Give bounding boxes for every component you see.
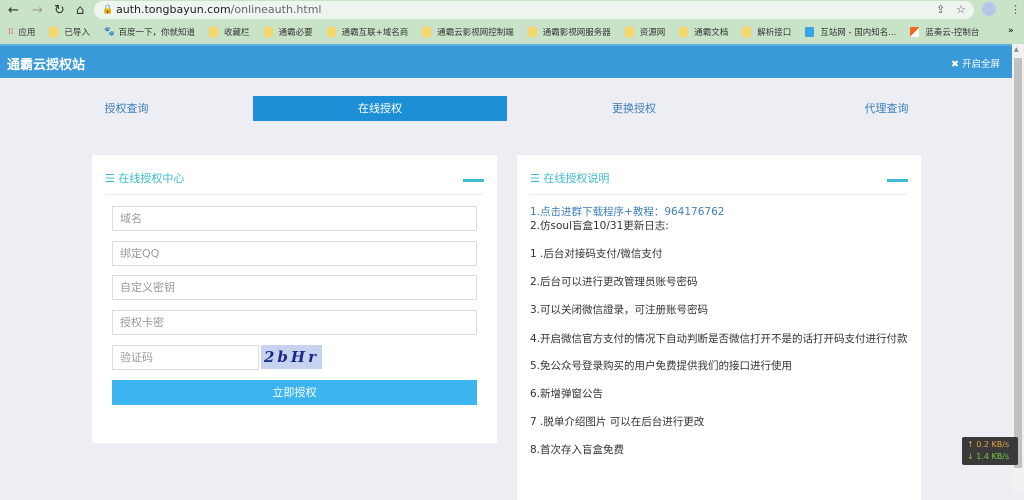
folder-icon <box>209 27 219 37</box>
info-line: 4.开启微信官方支付的情况下自动判断是否微信打开不是的话打开码支付进行付款 <box>530 333 908 345</box>
bookmark-label: 蓝奏云-控制台 <box>925 28 980 38</box>
bookmark[interactable]: 通霸影视网服务器 <box>527 26 611 38</box>
auth-form-card: ☰ 在线授权中心 域名 绑定QQ 自定义密钥 授权卡密 验证码 2bHr 立即授… <box>92 155 497 443</box>
bookmark[interactable]: 解析接口 <box>742 26 791 38</box>
bookmark-label: 资源网 <box>639 28 666 38</box>
site-header: 通霸云授权站 ✖ 开启全屏 <box>0 44 1012 78</box>
home-icon[interactable]: ⌂ <box>76 3 84 18</box>
bookmark-label: 应用 <box>18 28 36 38</box>
info-line: 2.仿soul盲盒10/31更新日志: <box>530 220 669 232</box>
info-line: 3.可以关闭微信證录，可注册账号密码 <box>530 304 709 316</box>
group-link[interactable]: 1.点击进群下载程序+教程：964176762 <box>530 205 910 219</box>
share-icon[interactable]: ⇪ <box>936 3 945 16</box>
folder-icon <box>624 27 634 37</box>
info-line: 5.免公众号登录购买的用户免费提供我们的接口进行使用 <box>530 360 793 372</box>
folder-icon <box>527 27 537 37</box>
menu-icon[interactable]: ⋮ <box>1010 3 1021 16</box>
info-line: 6.新增弹窗公告 <box>530 388 604 400</box>
apps-icon: ⁞⁞ <box>8 27 14 37</box>
folder-icon <box>679 27 689 37</box>
folder-icon <box>263 27 273 37</box>
tab-change-auth[interactable]: 更换授权 <box>507 96 761 121</box>
info-line: 1 .后台对接码支付/微信支付 <box>530 248 663 260</box>
lock-icon: 🔒 <box>102 5 114 15</box>
auth-info-card: ☰ 在线授权说明 1.点击进群下载程序+教程：964176762 2.仿soul… <box>517 155 921 500</box>
scroll-up-icon[interactable]: ▲ <box>1014 46 1019 53</box>
bookmarks-bar: ⁞⁞ 应用 已导入 🐾 百度一下，你就知道 收藏栏 通霸必要 通霸互联+域名商 通霸… <box>0 22 993 42</box>
bookmark[interactable]: 互站网 - 国内知名... <box>805 26 896 38</box>
domain-input[interactable]: 域名 <box>112 206 477 231</box>
bookmark[interactable]: 🐾 百度一下，你就知道 <box>104 26 195 38</box>
qq-input[interactable]: 绑定QQ <box>112 241 477 266</box>
bookmark[interactable]: 蓝奏云-控制台 <box>910 26 979 38</box>
bookmark[interactable]: 通霸文档 <box>679 26 728 38</box>
info-line: 2.后台可以进行更改管理员账号密码 <box>530 276 698 288</box>
submit-button[interactable]: 立即授权 <box>112 380 477 405</box>
tab-online-auth[interactable]: 在线授权 <box>253 96 507 121</box>
captcha-input[interactable]: 验证码 <box>112 345 259 370</box>
download-speed: ↓ 1.4 KB/s <box>967 452 1010 461</box>
more-bookmarks[interactable]: » <box>1008 26 1014 36</box>
folder-icon <box>49 27 59 37</box>
card-title: ☰ 在线授权中心 <box>105 170 184 186</box>
list-icon: ☰ <box>530 172 544 185</box>
bookmark-label: 解析接口 <box>757 28 792 38</box>
list-icon: ☰ <box>105 172 119 185</box>
scrollbar[interactable]: ▲ <box>1012 44 1024 494</box>
bookmark-label: 通霸文档 <box>694 28 729 38</box>
bookmark[interactable]: 通霸云影视网控制端 <box>422 26 514 38</box>
bookmark-label: 通霸必要 <box>278 28 313 38</box>
upload-speed: ↑ 0.2 KB/s <box>967 440 1010 449</box>
folder-icon <box>422 27 432 37</box>
browser-chrome: ← → ↻ ⌂ 🔒 auth.tongbayun.com/onlineauth.… <box>0 0 1024 44</box>
huzhan-icon <box>805 27 815 37</box>
reload-icon[interactable]: ↻ <box>54 3 65 18</box>
custom-key-input[interactable]: 自定义密钥 <box>112 275 477 300</box>
bookmark-label: 通霸互联+域名商 <box>341 28 409 38</box>
network-speed-widget: ↑ 0.2 KB/s ↓ 1.4 KB/s <box>962 437 1018 465</box>
address-bar[interactable]: 🔒 auth.tongbayun.com/onlineauth.html <box>94 1 974 19</box>
folder-icon <box>326 27 336 37</box>
bookmark[interactable]: 通霸互联+域名商 <box>326 26 409 38</box>
bookmark-label: 收藏栏 <box>224 28 250 38</box>
folder-icon <box>742 27 752 37</box>
bookmark-label: 百度一下，你就知道 <box>118 28 196 38</box>
collapse-icon[interactable] <box>463 179 484 182</box>
avatar[interactable] <box>982 2 996 16</box>
url-host: auth.tongbayun.com <box>116 3 231 16</box>
bookmark[interactable]: 通霸必要 <box>263 26 313 38</box>
tab-agent-query[interactable]: 代理查询 <box>761 96 1012 121</box>
bookmark-label: 互站网 - 国内知名... <box>820 28 897 38</box>
bookmark[interactable]: 已导入 <box>49 26 90 38</box>
lanzou-icon <box>910 27 920 37</box>
fullscreen-label: 开启全屏 <box>961 59 1000 70</box>
card-key-input[interactable]: 授权卡密 <box>112 310 477 335</box>
card-title: ☰ 在线授权说明 <box>530 170 609 186</box>
fullscreen-button[interactable]: ✖ 开启全屏 <box>951 56 1000 70</box>
expand-icon: ✖ <box>951 59 962 70</box>
bookmark[interactable]: 资源网 <box>624 26 666 38</box>
tab-bar: 授权查询 在线授权 更换授权 代理查询 <box>0 96 1012 121</box>
back-icon[interactable]: ← <box>8 3 19 18</box>
collapse-icon[interactable] <box>887 179 908 182</box>
bookmark[interactable]: 收藏栏 <box>209 26 250 38</box>
bookmark-label: 通霸影视网服务器 <box>542 28 611 38</box>
bookmark-label: 通霸云影视网控制端 <box>437 28 514 38</box>
card-title-text: 在线授权中心 <box>118 172 185 185</box>
scrollbar-thumb[interactable] <box>1014 58 1022 468</box>
card-title-text: 在线授权说明 <box>543 172 610 185</box>
info-line: 7 .脱单介绍图片 可以在后台进行更改 <box>530 416 705 428</box>
forward-icon[interactable]: → <box>32 3 43 18</box>
site-title: 通霸云授权站 <box>7 58 86 73</box>
info-line: 8.首次存入盲盒免费 <box>530 444 625 456</box>
star-icon[interactable]: ☆ <box>956 3 966 16</box>
bookmark-label: 已导入 <box>64 28 90 38</box>
captcha-image[interactable]: 2bHr <box>261 345 322 369</box>
bookmark-apps[interactable]: ⁞⁞ 应用 <box>8 26 35 38</box>
url-path: /onlineauth.html <box>230 3 322 16</box>
baidu-icon: 🐾 <box>103 27 115 37</box>
tab-query[interactable]: 授权查询 <box>0 96 253 121</box>
